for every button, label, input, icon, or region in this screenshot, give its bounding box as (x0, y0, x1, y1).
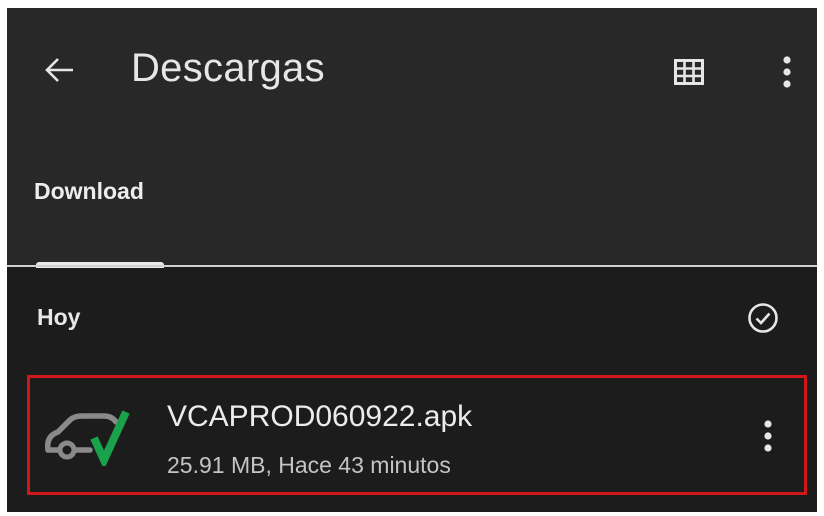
arrow-left-icon (45, 58, 73, 82)
downloads-screen: Descargas Download Hoy VCAPROD060922.apk… (7, 8, 817, 512)
grid-view-icon (674, 59, 704, 85)
back-button[interactable] (37, 48, 81, 92)
car-check-app-icon (44, 410, 130, 466)
section-header: Hoy (37, 304, 81, 330)
more-vert-icon (764, 420, 772, 452)
select-all-button[interactable] (741, 296, 785, 340)
app-bar: Descargas Download (7, 8, 817, 268)
tab-download[interactable]: Download (34, 178, 164, 268)
more-vert-icon (783, 56, 791, 88)
tab-label: Download (34, 178, 144, 204)
more-options-button[interactable] (765, 50, 809, 94)
file-meta: 25.91 MB, Hace 43 minutos (167, 452, 451, 478)
file-more-button[interactable] (746, 414, 790, 458)
file-list-item[interactable]: VCAPROD060922.apk 25.91 MB, Hace 43 minu… (27, 375, 807, 495)
check-circle-icon (748, 303, 778, 333)
file-name: VCAPROD060922.apk (167, 400, 473, 433)
divider (7, 265, 817, 267)
page-title: Descargas (131, 46, 325, 90)
grid-view-button[interactable] (667, 50, 711, 94)
